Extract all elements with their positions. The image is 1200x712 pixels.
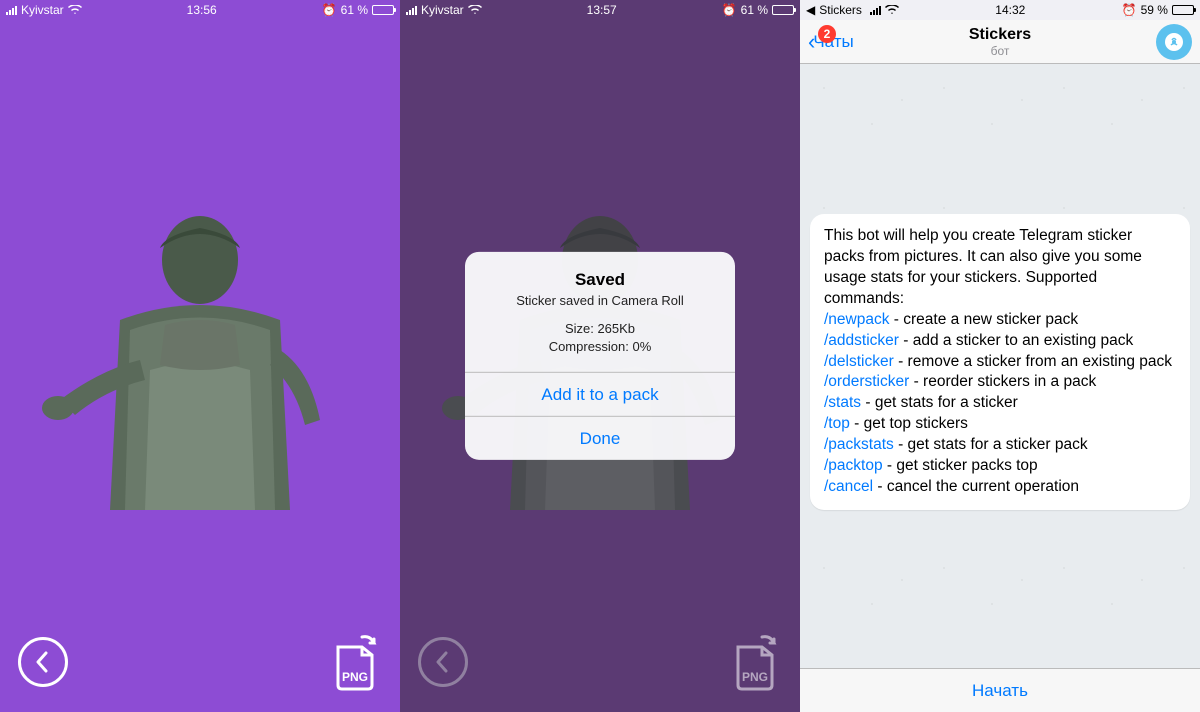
battery-pct: 59 % xyxy=(1141,3,1168,17)
carrier-label: Kyivstar xyxy=(21,3,64,17)
status-time: 13:56 xyxy=(187,3,217,17)
alarm-icon: ⏰ xyxy=(722,3,737,17)
alert-message: Sticker saved in Camera Roll xyxy=(481,293,719,308)
alarm-icon: ⏰ xyxy=(1122,3,1137,17)
command-link[interactable]: /ordersticker xyxy=(824,373,909,390)
carrier-label: Kyivstar xyxy=(421,3,464,17)
battery-icon xyxy=(772,5,794,15)
breadcrumb-app[interactable]: Stickers xyxy=(819,3,862,17)
wifi-icon xyxy=(468,5,482,15)
command-link[interactable]: /cancel xyxy=(824,478,873,495)
command-desc: - get stats for a sticker xyxy=(861,394,1018,411)
chat-title-sub: бот xyxy=(800,44,1200,58)
command-link[interactable]: /top xyxy=(824,415,850,432)
command-desc: - remove a sticker from an existing pack xyxy=(894,353,1172,370)
chat-title: Stickers бот xyxy=(800,26,1200,58)
export-png-button[interactable]: PNG xyxy=(728,633,782,691)
export-png-button[interactable]: PNG xyxy=(328,633,382,691)
alarm-icon: ⏰ xyxy=(322,3,337,17)
nav-bar: ‹ 2 Чаты Stickers бот xyxy=(800,20,1200,64)
add-to-pack-button[interactable]: Add it to a pack xyxy=(465,372,735,416)
bot-message: This bot will help you create Telegram s… xyxy=(810,214,1190,510)
command-link[interactable]: /packtop xyxy=(824,457,883,474)
sticker-preview-image xyxy=(0,170,400,510)
battery-pct: 61 % xyxy=(741,3,768,17)
command-desc: - add a sticker to an existing pack xyxy=(899,332,1133,349)
signal-icon xyxy=(870,5,881,15)
alert-title: Saved xyxy=(481,270,719,290)
chat-title-main: Stickers xyxy=(800,26,1200,44)
battery-icon xyxy=(1172,5,1194,15)
svg-text:PNG: PNG xyxy=(742,670,768,684)
sticker-editor-screen: Kyivstar 13:56 ⏰ 61 % PNG xyxy=(0,0,400,712)
signal-icon xyxy=(406,5,417,15)
svg-text:PNG: PNG xyxy=(342,670,368,684)
back-button[interactable] xyxy=(18,637,68,687)
command-desc: - reorder stickers in a pack xyxy=(909,373,1096,390)
command-link[interactable]: /addsticker xyxy=(824,332,899,349)
chat-body[interactable]: This bot will help you create Telegram s… xyxy=(800,64,1200,668)
command-desc: - get stats for a sticker pack xyxy=(894,436,1088,453)
signal-icon xyxy=(6,5,17,15)
telegram-chat-screen: ◀ Stickers 14:32 ⏰ 59 % ‹ 2 Чаты Sticker… xyxy=(800,0,1200,712)
sticker-saved-screen: Kyivstar 13:57 ⏰ 61 % PNG Saved Sticker … xyxy=(400,0,800,712)
bot-avatar[interactable] xyxy=(1156,24,1192,60)
status-time: 14:32 xyxy=(995,3,1025,17)
status-time: 13:57 xyxy=(587,3,617,17)
command-link[interactable]: /newpack xyxy=(824,311,889,328)
command-link[interactable]: /packstats xyxy=(824,436,894,453)
command-desc: - create a new sticker pack xyxy=(889,311,1078,328)
command-desc: - get sticker packs top xyxy=(883,457,1038,474)
start-button[interactable]: Начать xyxy=(800,668,1200,712)
command-link[interactable]: /stats xyxy=(824,394,861,411)
command-desc: - cancel the current operation xyxy=(873,478,1079,495)
breadcrumb-back-icon[interactable]: ◀ xyxy=(806,3,815,17)
command-link[interactable]: /delsticker xyxy=(824,353,894,370)
command-desc: - get top stickers xyxy=(850,415,968,432)
done-button[interactable]: Done xyxy=(465,416,735,460)
back-to-chats-button[interactable]: ‹ 2 Чаты xyxy=(808,29,854,55)
battery-icon xyxy=(372,5,394,15)
saved-alert: Saved Sticker saved in Camera Roll Size:… xyxy=(465,252,735,460)
wifi-icon xyxy=(885,5,899,15)
unread-badge: 2 xyxy=(818,25,836,43)
battery-pct: 61 % xyxy=(341,3,368,17)
back-button[interactable] xyxy=(418,637,468,687)
status-bar: Kyivstar 13:57 ⏰ 61 % xyxy=(400,0,800,20)
status-bar: Kyivstar 13:56 ⏰ 61 % xyxy=(0,0,400,20)
alert-compression: Compression: 0% xyxy=(481,338,719,356)
alert-size: Size: 265Kb xyxy=(481,320,719,338)
wifi-icon xyxy=(68,5,82,15)
status-bar: ◀ Stickers 14:32 ⏰ 59 % xyxy=(800,0,1200,20)
